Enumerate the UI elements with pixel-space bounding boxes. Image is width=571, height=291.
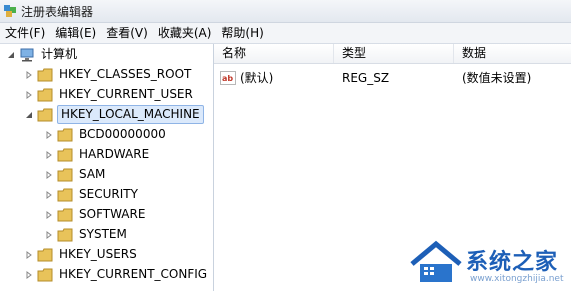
menu-view[interactable]: 查看(V): [101, 23, 153, 43]
folder-icon: [37, 88, 53, 102]
tree-label: HARDWARE: [79, 147, 150, 161]
tree-label: HKEY_LOCAL_MACHINE: [57, 105, 204, 124]
folder-icon: [57, 208, 73, 222]
value-name: (默认): [240, 71, 274, 85]
menu-bar: 文件(F) 编辑(E) 查看(V) 收藏夹(A) 帮助(H): [0, 23, 571, 44]
computer-icon: [20, 48, 34, 61]
tree-item-system[interactable]: SYSTEM: [44, 225, 129, 244]
folder-icon: [57, 188, 73, 202]
column-headers: 名称 类型 数据: [214, 44, 571, 64]
column-header-name[interactable]: 名称: [214, 44, 334, 63]
tree-item-hku[interactable]: HKEY_USERS: [24, 245, 139, 264]
tree-label: HKEY_USERS: [59, 247, 137, 261]
value-type: REG_SZ: [342, 71, 390, 85]
regedit-app-icon: [4, 5, 16, 17]
expanded-arrow-icon[interactable]: [6, 50, 16, 60]
menu-file[interactable]: 文件(F): [0, 23, 50, 43]
tree-item-bcd[interactable]: BCD00000000: [44, 125, 168, 144]
menu-edit[interactable]: 编辑(E): [50, 23, 101, 43]
folder-icon: [57, 228, 73, 242]
expanded-arrow-icon[interactable]: [24, 110, 34, 120]
collapsed-arrow-icon[interactable]: [24, 70, 34, 80]
collapsed-arrow-icon[interactable]: [24, 270, 34, 280]
collapsed-arrow-icon[interactable]: [44, 210, 54, 220]
tree-label: BCD00000000: [79, 127, 166, 141]
tree-item-hkcr[interactable]: HKEY_CLASSES_ROOT: [24, 65, 193, 84]
tree-label: SECURITY: [79, 187, 138, 201]
tree-label: HKEY_CLASSES_ROOT: [59, 67, 192, 81]
tree-item-hklm[interactable]: HKEY_LOCAL_MACHINE: [24, 105, 204, 124]
tree-label: SYSTEM: [79, 227, 127, 241]
column-header-type[interactable]: 类型: [334, 44, 454, 63]
tree-label: SOFTWARE: [79, 207, 146, 221]
tree-item-software[interactable]: SOFTWARE: [44, 205, 147, 224]
watermark-logo: 系统之家 www.xitongzhijia.net: [404, 232, 571, 291]
folder-icon: [37, 268, 53, 282]
tree-item-hkcc[interactable]: HKEY_CURRENT_CONFIG: [24, 265, 209, 284]
folder-icon: [37, 248, 53, 262]
tree-item-sam[interactable]: SAM: [44, 165, 107, 184]
tree-label-computer: 计算机: [41, 47, 78, 61]
folder-open-icon: [37, 108, 53, 122]
house-logo-icon: [410, 240, 462, 282]
tree-label: HKEY_CURRENT_USER: [59, 87, 193, 101]
collapsed-arrow-icon[interactable]: [44, 150, 54, 160]
tree-label: HKEY_CURRENT_CONFIG: [59, 267, 208, 281]
window-title: 注册表编辑器: [21, 4, 94, 19]
value-data: (数值未设置): [462, 71, 532, 85]
svg-text:ab: ab: [222, 74, 233, 83]
registry-tree[interactable]: 计算机 HKEY_CLASSES_ROOT HKEY_CURRENT_USER …: [0, 44, 214, 291]
string-value-icon: ab: [220, 71, 236, 85]
tree-item-security[interactable]: SECURITY: [44, 185, 140, 204]
folder-icon: [57, 148, 73, 162]
collapsed-arrow-icon[interactable]: [44, 230, 54, 240]
collapsed-arrow-icon[interactable]: [44, 130, 54, 140]
collapsed-arrow-icon[interactable]: [24, 90, 34, 100]
folder-icon: [37, 68, 53, 82]
watermark-text: 系统之家: [466, 250, 559, 275]
folder-icon: [57, 168, 73, 182]
collapsed-arrow-icon[interactable]: [44, 170, 54, 180]
title-bar: 注册表编辑器: [0, 0, 571, 23]
tree-item-hkcu[interactable]: HKEY_CURRENT_USER: [24, 85, 195, 104]
menu-help[interactable]: 帮助(H): [216, 23, 268, 43]
menu-favorites[interactable]: 收藏夹(A): [153, 23, 217, 43]
collapsed-arrow-icon[interactable]: [44, 190, 54, 200]
collapsed-arrow-icon[interactable]: [24, 250, 34, 260]
list-item[interactable]: ab (默认) REG_SZ (数值未设置): [214, 68, 571, 88]
folder-icon: [57, 128, 73, 142]
tree-item-computer[interactable]: 计算机: [6, 45, 79, 64]
tree-item-hardware[interactable]: HARDWARE: [44, 145, 151, 164]
column-header-data[interactable]: 数据: [454, 44, 571, 63]
tree-label: SAM: [79, 167, 106, 181]
watermark-url: www.xitongzhijia.net: [470, 274, 564, 284]
